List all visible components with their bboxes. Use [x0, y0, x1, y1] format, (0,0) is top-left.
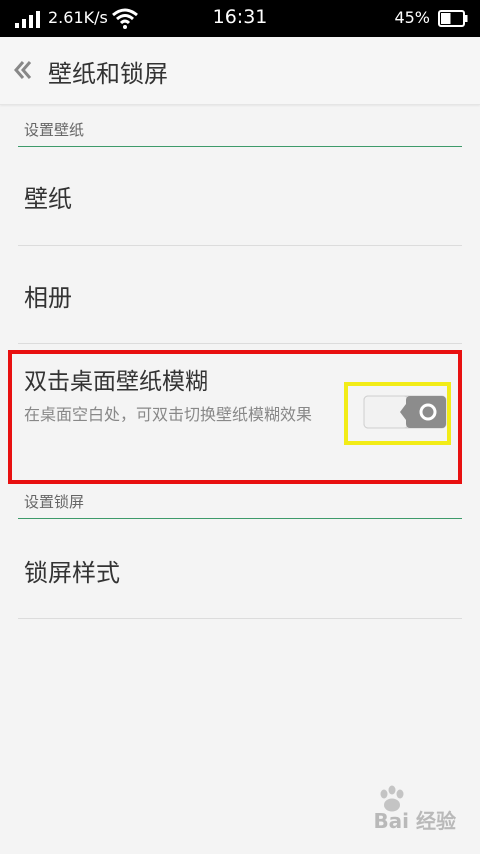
- list-item-label: 双击桌面壁纸模糊: [24, 369, 208, 395]
- settings-screen: 2.61K/s 16:31 45% 壁纸和锁屏 设置壁纸 壁纸 相册 双击桌面壁…: [0, 0, 480, 854]
- section-header-wallpaper: 设置壁纸: [18, 113, 462, 147]
- blur-toggle-switch[interactable]: [362, 392, 448, 432]
- page-title: 壁纸和锁屏: [48, 60, 168, 88]
- section-title: 设置壁纸: [24, 121, 85, 139]
- list-item-wallpaper[interactable]: 壁纸: [18, 147, 462, 246]
- battery-percent: 45%: [394, 8, 430, 27]
- status-bar: 2.61K/s 16:31 45%: [0, 0, 480, 37]
- back-chevron-icon[interactable]: [12, 57, 34, 83]
- list-item-album[interactable]: 相册: [18, 246, 462, 344]
- list-item-label: 壁纸: [24, 185, 72, 213]
- watermark-text: Bai 经验: [373, 809, 456, 833]
- app-header: 壁纸和锁屏: [0, 37, 480, 105]
- list-item-label: 相册: [24, 284, 72, 312]
- section-title: 设置锁屏: [24, 493, 85, 511]
- section-header-lockscreen: 设置锁屏: [18, 485, 462, 519]
- battery-icon: [438, 10, 468, 27]
- list-item-description: 在桌面空白处，可双击切换壁纸模糊效果: [24, 405, 313, 424]
- list-item-label: 锁屏样式: [24, 559, 120, 587]
- list-item-lockscreen-style[interactable]: 锁屏样式: [18, 519, 462, 619]
